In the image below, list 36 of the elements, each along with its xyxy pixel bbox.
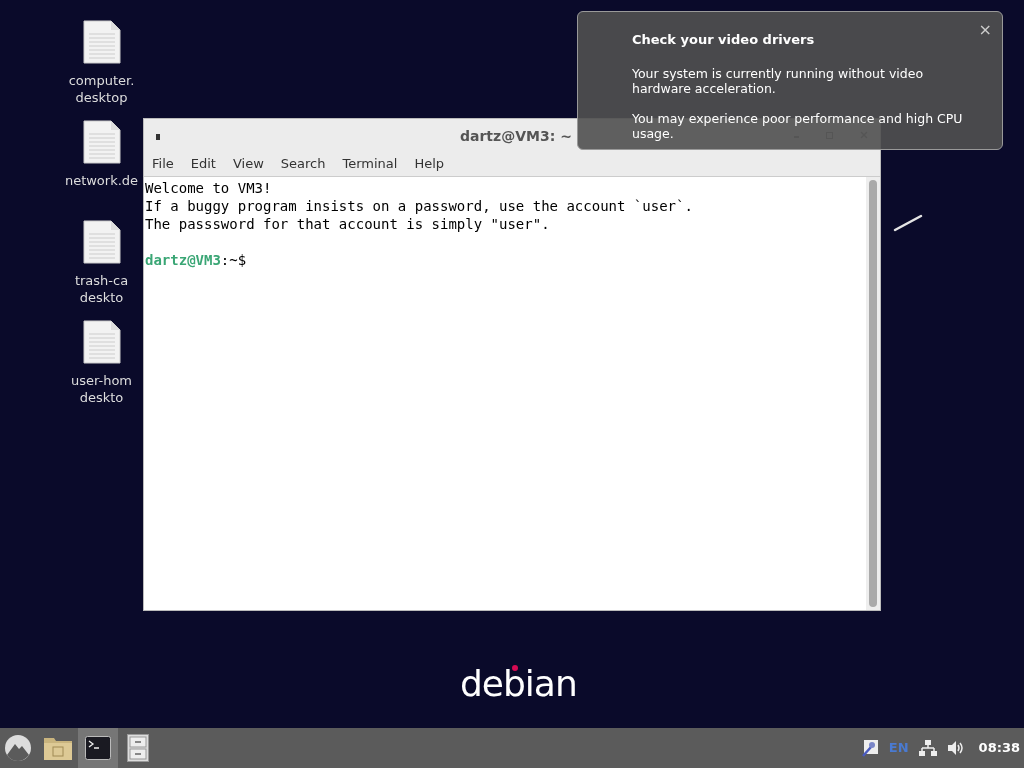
notification-title: Check your video drivers bbox=[632, 31, 815, 49]
prompt-user: dartz@VM3 bbox=[145, 251, 221, 269]
menu-item[interactable]: View bbox=[232, 153, 264, 174]
notification-text: You may experience poor performance and high CPU usage. bbox=[632, 111, 964, 141]
menu-item[interactable]: Help bbox=[414, 153, 445, 174]
debian-logo: debian bbox=[460, 662, 577, 706]
document-icon[interactable] bbox=[82, 220, 121, 264]
menu-item[interactable]: Search bbox=[280, 153, 326, 174]
taskbar-button[interactable] bbox=[78, 728, 118, 768]
terminal-line: If a buggy program insists on a password, use the account `user`. bbox=[145, 197, 694, 215]
document-icon[interactable] bbox=[82, 320, 121, 364]
prompt-path: :~$ bbox=[220, 251, 247, 269]
close-button[interactable]: × bbox=[978, 18, 992, 42]
menu-item[interactable]: Terminal bbox=[342, 153, 398, 174]
tool-icon[interactable] bbox=[860, 739, 879, 757]
terminal-line: Welcome to VM3! bbox=[145, 179, 273, 197]
menu-item[interactable]: File bbox=[152, 153, 174, 174]
menu-icon bbox=[4, 734, 32, 762]
notification-text: Your system is currently running without video hardware acceleration. bbox=[632, 66, 925, 96]
icon-label: user-hom deskto bbox=[70, 372, 133, 406]
document-icon[interactable] bbox=[82, 20, 121, 64]
folder-icon bbox=[43, 735, 73, 761]
terminal-line: The passsword for that account is simply "user". bbox=[145, 215, 551, 233]
document-icon[interactable] bbox=[82, 120, 121, 164]
icon-label: computer. desktop bbox=[68, 72, 135, 106]
network-icon[interactable] bbox=[918, 740, 937, 756]
file-cabinet-icon bbox=[127, 734, 149, 762]
icon-label: trash-ca deskto bbox=[74, 272, 129, 306]
slash-mark bbox=[893, 214, 923, 232]
icon-label: network.de bbox=[64, 172, 139, 189]
window-title: dartz@VM3: ~ bbox=[460, 127, 572, 146]
clock[interactable]: 08:38 bbox=[978, 738, 1020, 758]
menu-item[interactable]: Edit bbox=[190, 153, 216, 174]
scrollbar[interactable] bbox=[866, 177, 880, 610]
terminal-icon bbox=[85, 736, 111, 760]
volume-icon[interactable] bbox=[946, 740, 965, 756]
